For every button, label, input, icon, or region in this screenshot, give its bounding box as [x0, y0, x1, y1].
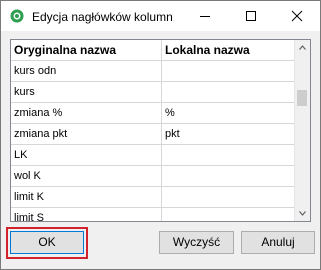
table-row[interactable]: limit K: [11, 187, 295, 208]
local-name-cell[interactable]: [162, 208, 295, 221]
table-grid: Oryginalna nazwa Lokalna nazwa kurs odn …: [11, 40, 295, 221]
table-row[interactable]: zmiana % %: [11, 103, 295, 124]
column-headers-table[interactable]: Oryginalna nazwa Lokalna nazwa kurs odn …: [10, 39, 311, 222]
clear-button[interactable]: Wyczyść: [159, 231, 234, 254]
original-name-cell: LK: [11, 145, 162, 166]
scrollbar-thumb[interactable]: [297, 90, 307, 106]
original-name-cell: limit S: [11, 208, 162, 221]
close-button[interactable]: [274, 1, 320, 31]
ok-button[interactable]: OK: [10, 231, 84, 254]
minimize-button[interactable]: [182, 1, 228, 31]
local-name-cell[interactable]: [162, 166, 295, 187]
close-icon: [291, 10, 303, 22]
vertical-scrollbar[interactable]: [294, 40, 310, 221]
column-header-original-name[interactable]: Oryginalna nazwa: [11, 40, 162, 61]
cancel-button[interactable]: Anuluj: [241, 231, 315, 254]
original-name-cell: zmiana %: [11, 103, 162, 124]
scroll-down-button[interactable]: [295, 206, 310, 221]
window-title: Edycja nagłówków kolumn: [32, 10, 173, 24]
local-name-cell[interactable]: [162, 145, 295, 166]
local-name-cell[interactable]: [162, 61, 295, 82]
chevron-down-icon: [299, 211, 306, 216]
table-row[interactable]: kurs odn: [11, 61, 295, 82]
app-icon: [10, 9, 24, 23]
scroll-up-button[interactable]: [295, 40, 310, 55]
original-name-cell: wol K: [11, 166, 162, 187]
original-name-cell: kurs: [11, 82, 162, 103]
local-name-cell[interactable]: [162, 187, 295, 208]
chevron-up-icon: [299, 45, 306, 50]
table-header-row: Oryginalna nazwa Lokalna nazwa: [11, 40, 295, 61]
maximize-button[interactable]: [228, 1, 274, 31]
table-row[interactable]: zmiana pkt pkt: [11, 124, 295, 145]
minimize-icon: [200, 16, 210, 17]
original-name-cell: kurs odn: [11, 61, 162, 82]
table-row[interactable]: limit S: [11, 208, 295, 221]
column-header-local-name[interactable]: Lokalna nazwa: [162, 40, 295, 61]
table-row[interactable]: kurs: [11, 82, 295, 103]
table-row[interactable]: LK: [11, 145, 295, 166]
local-name-cell[interactable]: %: [162, 103, 295, 124]
original-name-cell: zmiana pkt: [11, 124, 162, 145]
local-name-cell[interactable]: pkt: [162, 124, 295, 145]
original-name-cell: limit K: [11, 187, 162, 208]
title-bar[interactable]: Edycja nagłówków kolumn: [1, 1, 320, 31]
dialog-window: Edycja nagłówków kolumn Oryginalna nazwa…: [0, 0, 321, 270]
local-name-cell[interactable]: [162, 82, 295, 103]
table-row[interactable]: wol K: [11, 166, 295, 187]
maximize-icon: [246, 11, 256, 21]
